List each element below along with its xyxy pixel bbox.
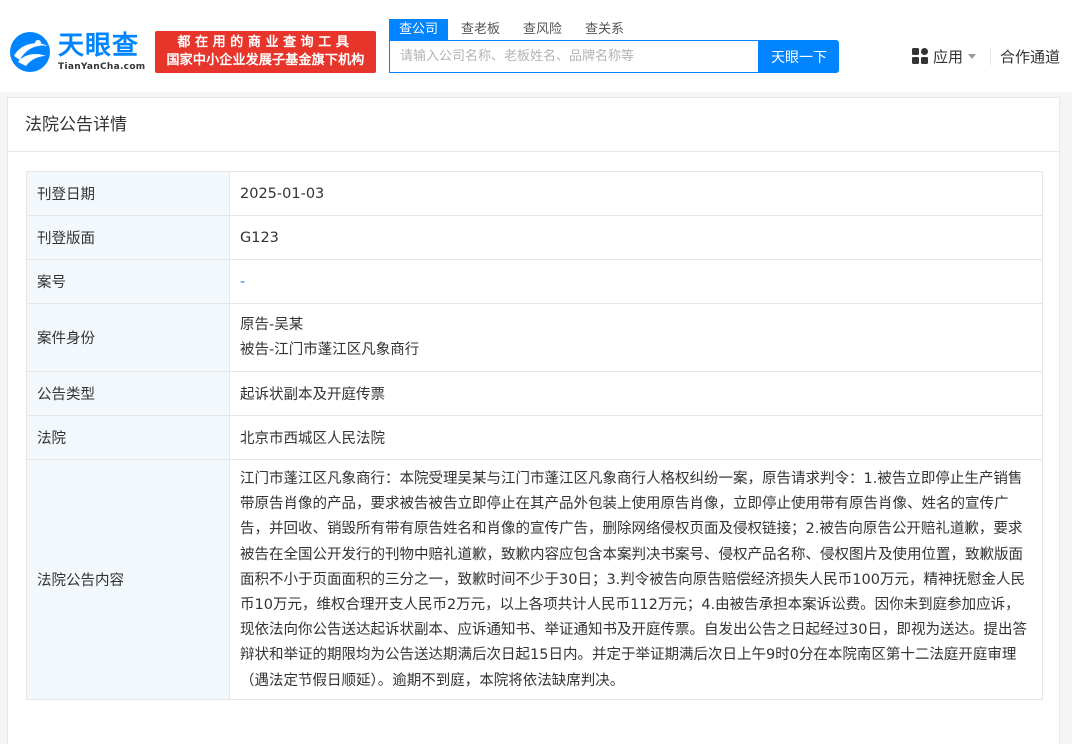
page-title: 法院公告详情	[8, 98, 1059, 152]
tab-relation[interactable]: 查关系	[575, 19, 634, 40]
table-row: 法院公告内容 江门市蓬江区凡象商行：本院受理吴某与江门市蓬江区凡象商行人格权纠纷…	[26, 459, 1043, 700]
row-label: 案件身份	[26, 303, 230, 372]
site-logo[interactable]: 天眼查 TianYanCha.com	[8, 30, 148, 76]
row-label: 刊登日期	[26, 171, 230, 216]
nav-divider	[990, 48, 991, 65]
chevron-down-icon	[968, 54, 977, 59]
nav-partner-link[interactable]: 合作通道	[1000, 46, 1060, 68]
row-label: 法院	[26, 415, 230, 460]
slogan-line-1: 都在用的商业查询工具	[177, 35, 354, 50]
row-label: 案号	[26, 259, 230, 304]
table-row: 法院 北京市西城区人民法院	[26, 415, 1043, 460]
case-number-value: -	[240, 273, 246, 290]
logo-name: 天眼查	[58, 31, 140, 61]
table-row: 案件身份 原告-吴某 被告-江门市蓬江区凡象商行	[26, 303, 1043, 372]
tab-company[interactable]: 查公司	[389, 19, 449, 40]
slogan-line-2: 国家中小企业发展子基金旗下机构	[166, 53, 365, 68]
search-input[interactable]	[390, 41, 758, 72]
plaintiff-line: 原告-吴某	[240, 316, 304, 333]
top-header: 天眼查 TianYanCha.com 都在用的商业查询工具 国家中小企业发展子基…	[0, 0, 1072, 92]
table-row: 刊登日期 2025-01-03	[26, 171, 1043, 216]
logo-domain: TianYanCha.com	[58, 62, 146, 72]
row-label: 公告类型	[26, 371, 230, 416]
search-box	[389, 40, 759, 73]
row-value-page: G123	[229, 215, 1043, 260]
defendant-line: 被告-江门市蓬江区凡象商行	[240, 341, 420, 358]
table-row: 案号 -	[26, 259, 1043, 304]
row-value-court: 北京市西城区人民法院	[229, 415, 1043, 460]
slogan-banner: 都在用的商业查询工具 国家中小企业发展子基金旗下机构	[155, 31, 376, 73]
row-label: 刊登版面	[26, 215, 230, 260]
nav-apps-label: 应用	[933, 48, 964, 66]
row-value-parties: 原告-吴某 被告-江门市蓬江区凡象商行	[229, 303, 1043, 372]
row-value-publish-date: 2025-01-03	[229, 171, 1043, 216]
row-value-notice-type: 起诉状副本及开庭传票	[229, 371, 1043, 416]
court-notice-card: 法院公告详情 刊登日期 2025-01-03 刊登版面 G123 案号 - 案件…	[7, 97, 1060, 744]
table-row: 刊登版面 G123	[26, 215, 1043, 260]
row-value-notice-content: 江门市蓬江区凡象商行：本院受理吴某与江门市蓬江区凡象商行人格权纠纷一案，原告请求…	[229, 459, 1043, 700]
row-value-case-number: -	[229, 259, 1043, 304]
apps-grid-icon	[912, 48, 928, 64]
table-row: 公告类型 起诉状副本及开庭传票	[26, 371, 1043, 416]
row-label: 法院公告内容	[26, 459, 230, 700]
search-button[interactable]: 天眼一下	[759, 40, 839, 73]
tab-boss[interactable]: 查老板	[451, 19, 510, 40]
notice-detail-table: 刊登日期 2025-01-03 刊登版面 G123 案号 - 案件身份 原告-吴…	[26, 171, 1043, 700]
tianyancha-logo-icon	[10, 32, 50, 72]
nav-apps-menu[interactable]: 应用	[912, 46, 977, 68]
tab-risk[interactable]: 查风险	[513, 19, 572, 40]
